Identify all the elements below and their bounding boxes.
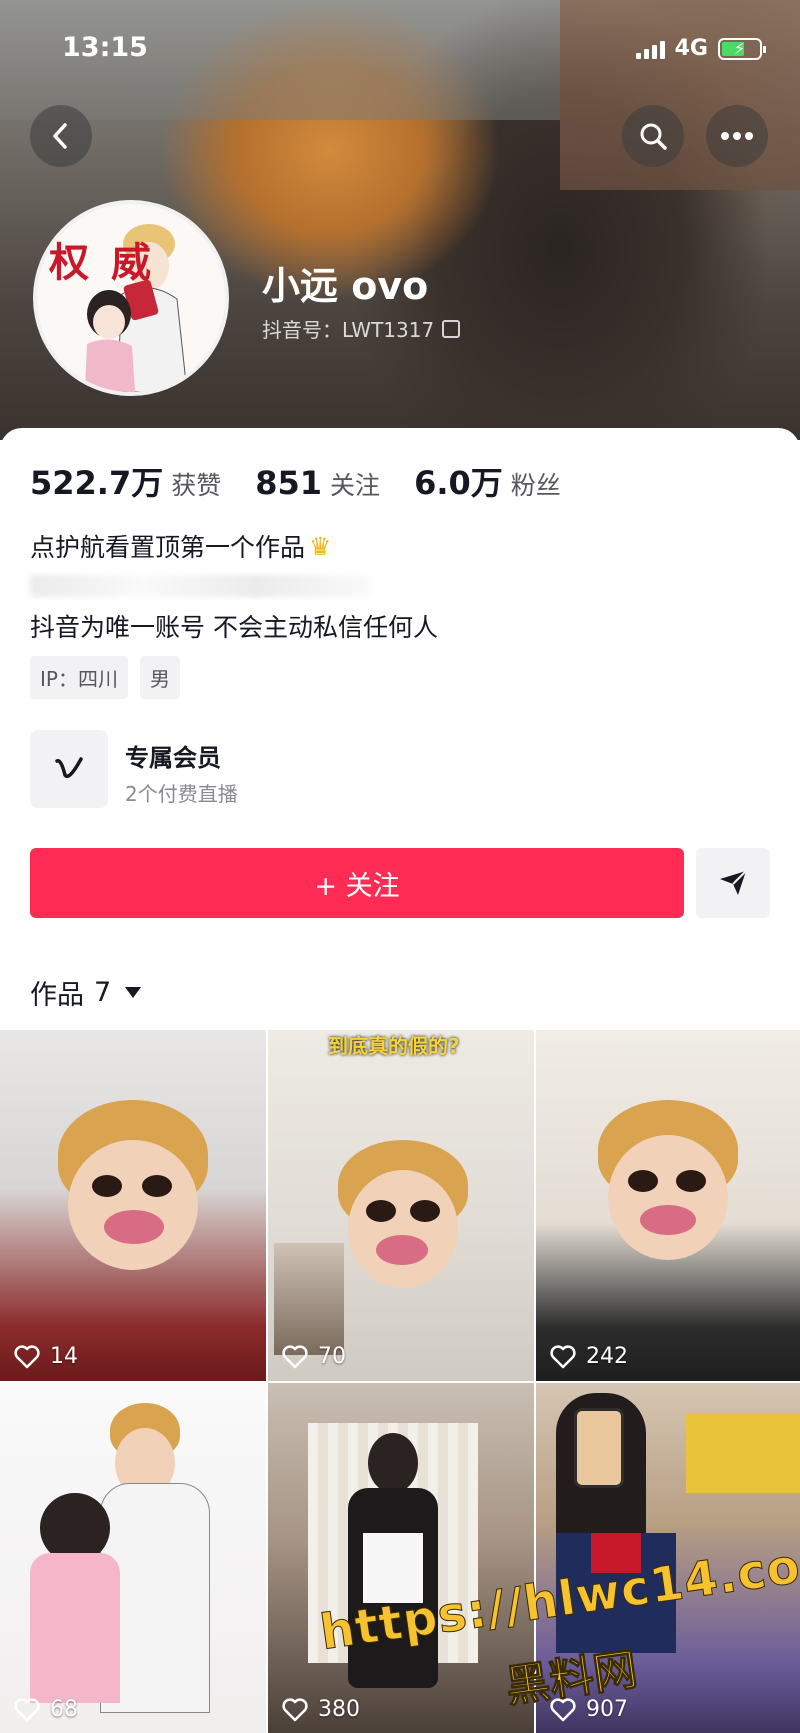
heart-icon (14, 1344, 40, 1368)
video-tile[interactable]: 68 (0, 1383, 266, 1733)
signal-icon (635, 39, 665, 59)
membership-title: 专属会员 (125, 744, 221, 772)
video-tile[interactable]: 380 (268, 1383, 534, 1733)
stat-following[interactable]: 851 关注 (255, 464, 380, 502)
works-tab[interactable]: 作品 7 (30, 973, 142, 1012)
video-tile[interactable]: 242 (536, 1030, 800, 1381)
profile-info-card: 522.7万 获赞 851 关注 6.0万 粉丝 点护航看置顶第一个作品 ♛ 抖… (0, 428, 800, 1028)
avatar-title-text: 权威 (49, 239, 173, 286)
bio-line-1-text: 点护航看置顶第一个作品 (30, 533, 306, 562)
video-inset-thumbnail (274, 1243, 344, 1355)
exclusive-membership[interactable]: 专属会员 2个付费直播 (30, 730, 530, 810)
profile-nickname: 小远 ovo (262, 264, 429, 308)
video-overlay-text: 到底真的假的? (328, 1034, 460, 1058)
video-like-count: 242 (550, 1344, 628, 1369)
search-button[interactable] (622, 105, 684, 167)
heart-icon (282, 1344, 308, 1368)
stat-likes-label: 获赞 (171, 471, 222, 500)
battery-icon: ⚡ (718, 37, 766, 60)
send-icon (720, 870, 747, 895)
works-count: 7 (94, 977, 112, 1008)
avatar[interactable]: 权威 (33, 200, 229, 396)
more-button[interactable] (706, 105, 768, 167)
tag-ip-location: IP：四川 (30, 656, 128, 699)
profile-stats: 522.7万 获赞 851 关注 6.0万 粉丝 (30, 458, 595, 504)
video-tile[interactable]: 到底真的假的? 70 (268, 1030, 534, 1381)
stat-followers-label: 粉丝 (510, 471, 561, 500)
heart-icon (14, 1697, 40, 1721)
bio-line-2: 抖音为唯一账号 不会主动私信任何人 (30, 613, 438, 642)
more-dots-icon (721, 132, 753, 140)
douyin-id-text: 抖音号：LWT1317 (262, 318, 435, 342)
stat-followers[interactable]: 6.0万 粉丝 (414, 458, 561, 504)
video-like-count: 70 (282, 1344, 346, 1369)
follow-button-label: + 关注 (314, 870, 400, 902)
membership-v-icon (30, 730, 108, 808)
works-tab-label: 作品 (30, 980, 84, 1011)
share-button[interactable] (696, 848, 770, 918)
profile-tags: IP：四川 男 (30, 656, 180, 699)
heart-icon (282, 1697, 308, 1721)
video-like-count: 68 (14, 1697, 78, 1722)
caret-down-icon (125, 987, 142, 998)
status-bar: 13:15 4G ⚡ (0, 28, 800, 68)
copy-icon[interactable] (442, 319, 461, 338)
douyin-id[interactable]: 抖音号：LWT1317 (262, 314, 461, 343)
network-type: 4G (674, 36, 708, 61)
bio-line-1: 点护航看置顶第一个作品 ♛ (30, 528, 331, 564)
tag-gender: 男 (139, 656, 180, 699)
bio-blurred-line (30, 575, 370, 597)
back-button[interactable] (30, 105, 92, 167)
chevron-left-icon (53, 123, 67, 149)
video-like-count: 14 (14, 1344, 78, 1369)
status-time: 13:15 (62, 32, 148, 63)
search-icon (640, 123, 667, 150)
membership-subtitle: 2个付费直播 (125, 782, 238, 806)
heart-icon (550, 1344, 576, 1368)
video-like-count: 380 (282, 1697, 360, 1722)
video-tile[interactable]: 14 (0, 1030, 266, 1381)
crown-icon: ♛ (309, 531, 332, 561)
stat-followers-value: 6.0万 (414, 464, 503, 502)
stat-following-label: 关注 (330, 471, 381, 500)
stat-likes-value: 522.7万 (30, 464, 164, 502)
status-indicators: 4G ⚡ (635, 36, 766, 61)
stat-following-value: 851 (255, 464, 323, 502)
stat-likes[interactable]: 522.7万 获赞 (30, 458, 221, 504)
follow-button[interactable]: + 关注 (30, 848, 684, 918)
